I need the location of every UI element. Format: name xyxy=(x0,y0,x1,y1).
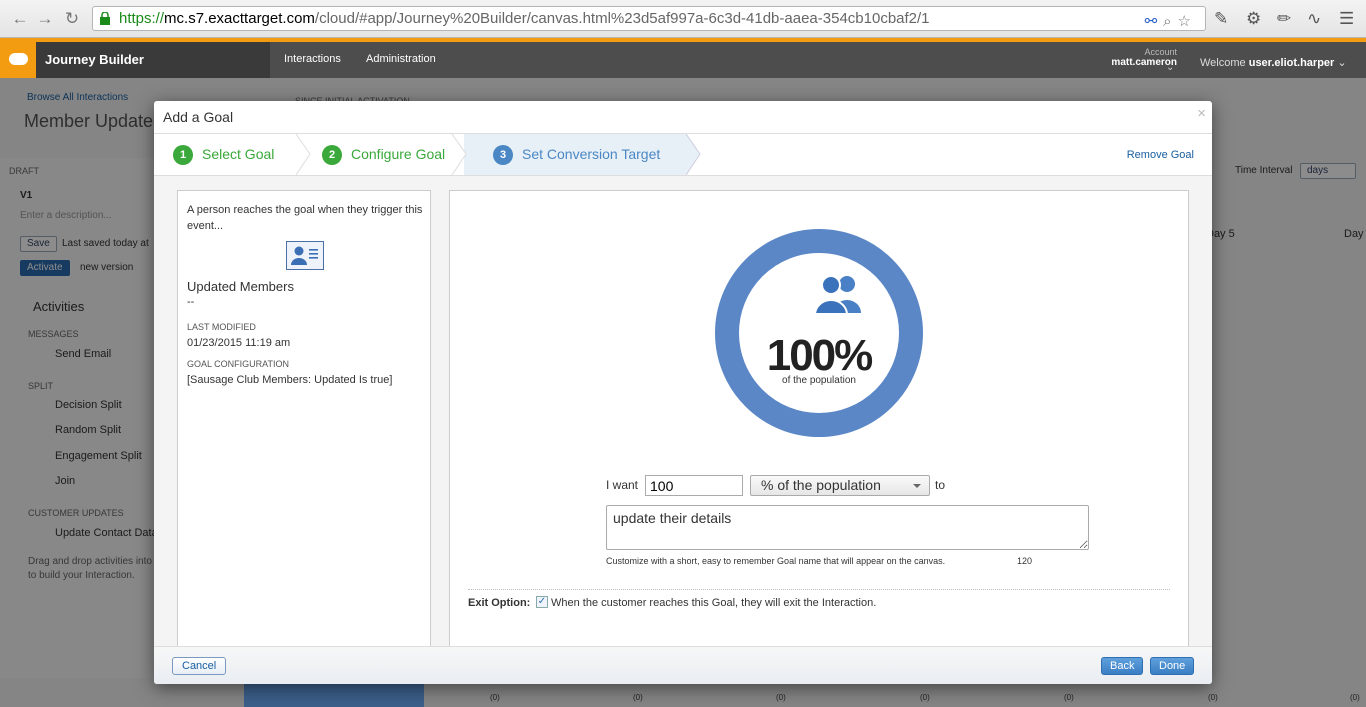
people-icon xyxy=(814,275,861,313)
welcome-username: user.eliot.harper xyxy=(1248,57,1335,69)
target-amount-input[interactable] xyxy=(645,475,743,496)
want-label: I want xyxy=(606,478,639,492)
forward-arrow-icon[interactable]: → xyxy=(35,9,55,29)
target-unit-value: % of the population xyxy=(761,477,881,493)
welcome-user[interactable]: Welcome user.eliot.harper ⌄ xyxy=(1200,56,1347,69)
modal-title: Add a Goal xyxy=(163,109,234,125)
remove-goal-link[interactable]: Remove Goal xyxy=(1127,149,1194,161)
chevron-down-icon: ⌄ xyxy=(1337,57,1347,69)
step-set-conversion-target[interactable]: 3 Set Conversion Target xyxy=(464,134,686,175)
step-divider xyxy=(686,134,701,175)
link-icon[interactable]: ⚯ xyxy=(1145,13,1164,30)
last-modified-value: 01/23/2015 11:19 am xyxy=(187,337,291,349)
browser-toolbar: ← → ↻ https://mc.s7.exacttarget.com/clou… xyxy=(0,0,1366,38)
account-switcher[interactable]: Account matt.cameron xyxy=(1085,47,1177,68)
nav-interactions[interactable]: Interactions xyxy=(284,53,341,65)
population-donut: 100% of the population xyxy=(715,229,923,437)
url-host: mc.s7.exacttarget.com xyxy=(164,10,315,27)
step-number: 2 xyxy=(322,145,342,165)
back-arrow-icon[interactable]: ← xyxy=(10,9,30,29)
goal-config-label: GOAL CONFIGURATION xyxy=(187,359,290,369)
step-divider xyxy=(450,134,467,175)
modal-body: A person reaches the goal when they trig… xyxy=(154,176,1212,650)
step-select-goal[interactable]: 1 Select Goal xyxy=(154,134,304,175)
cancel-button[interactable]: Cancel xyxy=(172,657,227,675)
exit-option-text: When the customer reaches this Goal, the… xyxy=(551,597,877,609)
zoom-icon[interactable]: ⌕ xyxy=(1163,13,1177,30)
contact-card-icon xyxy=(286,241,324,270)
count-cell: (0) xyxy=(920,693,930,702)
modal-footer: Cancel Back Done xyxy=(154,646,1212,684)
chevron-down-icon[interactable]: ⌄ xyxy=(1166,62,1174,73)
step-label: Select Goal xyxy=(202,146,275,162)
to-label: to xyxy=(935,478,946,492)
percent-caption: of the population xyxy=(782,375,856,386)
target-unit-select[interactable]: % of the population xyxy=(750,475,930,496)
address-bar[interactable]: https://mc.s7.exacttarget.com/cloud/#app… xyxy=(92,6,1206,31)
extension-icon[interactable]: ✎ xyxy=(1214,9,1228,29)
step-label: Configure Goal xyxy=(351,146,446,162)
gear-icon[interactable]: ⚙ xyxy=(1246,9,1261,29)
count-cell: (0) xyxy=(490,693,500,702)
event-description: -- xyxy=(187,296,195,308)
caret-down-icon xyxy=(913,484,921,488)
done-button[interactable]: Done xyxy=(1150,657,1195,675)
goal-name-textarea[interactable]: update their details xyxy=(606,505,1089,550)
close-icon[interactable]: × xyxy=(1197,105,1206,122)
goal-intro: A person reaches the goal when they trig… xyxy=(187,204,423,232)
divider xyxy=(468,589,1170,590)
goal-summary-panel: A person reaches the goal when they trig… xyxy=(177,190,431,650)
count-cell: (0) xyxy=(776,693,786,702)
lock-icon xyxy=(100,12,110,25)
back-button[interactable]: Back xyxy=(1101,657,1144,675)
url-scheme: https:// xyxy=(119,10,165,27)
goal-config-value: [Sausage Club Members: Updated Is true] xyxy=(187,374,393,386)
wizard-steps: 1 Select Goal 2 Configure Goal 3 Set Con… xyxy=(154,133,1212,176)
reload-icon[interactable]: ↻ xyxy=(62,9,82,29)
app-name: Journey Builder xyxy=(45,52,144,67)
account-name: matt.cameron xyxy=(1111,57,1177,68)
app-header: Journey Builder Interactions Administrat… xyxy=(0,38,1366,78)
count-cell: (0) xyxy=(1350,693,1360,702)
step-configure-goal[interactable]: 2 Configure Goal xyxy=(304,134,464,175)
brand-area: Journey Builder xyxy=(0,42,270,78)
selected-column xyxy=(244,684,424,707)
add-goal-modal: Add a Goal × 1 Select Goal 2 Configure G… xyxy=(154,101,1212,684)
pencil-icon[interactable]: ✏ xyxy=(1277,9,1291,29)
account-label: Account xyxy=(1144,47,1177,57)
checkmark-icon: ✓ xyxy=(537,596,547,607)
conversion-target-panel: 100% of the population I want % of the p… xyxy=(449,190,1189,650)
pulse-icon[interactable]: ∿ xyxy=(1307,9,1321,29)
welcome-prefix: Welcome xyxy=(1200,57,1246,69)
event-name: Updated Members xyxy=(187,279,294,294)
goal-name-hint: Customize with a short, easy to remember… xyxy=(606,556,946,566)
exit-option-label: Exit Option: xyxy=(468,597,531,609)
url-action-icons[interactable]: ⚯⌕☆ xyxy=(1145,10,1197,30)
count-cell: (0) xyxy=(633,693,643,702)
count-cell: (0) xyxy=(1208,693,1218,702)
url-path: /cloud/#app/Journey%20Builder/canvas.htm… xyxy=(314,10,930,27)
step-number: 3 xyxy=(493,145,513,165)
char-count: 120 xyxy=(1017,556,1033,566)
count-cell: (0) xyxy=(1064,693,1074,702)
timeline-counts: (0) (0) (0) (0) (0) (0) (0) xyxy=(0,684,1366,707)
exit-option-checkbox[interactable]: ✓ xyxy=(536,596,548,608)
cloud-logo-icon[interactable] xyxy=(0,42,36,78)
nav-administration[interactable]: Administration xyxy=(366,53,436,65)
step-label: Set Conversion Target xyxy=(522,146,661,162)
last-modified-label: LAST MODIFIED xyxy=(187,322,256,332)
step-number: 1 xyxy=(173,145,193,165)
menu-icon[interactable]: ☰ xyxy=(1339,9,1354,29)
percent-value: 100% xyxy=(766,331,874,380)
bookmark-star-icon[interactable]: ☆ xyxy=(1178,13,1197,30)
